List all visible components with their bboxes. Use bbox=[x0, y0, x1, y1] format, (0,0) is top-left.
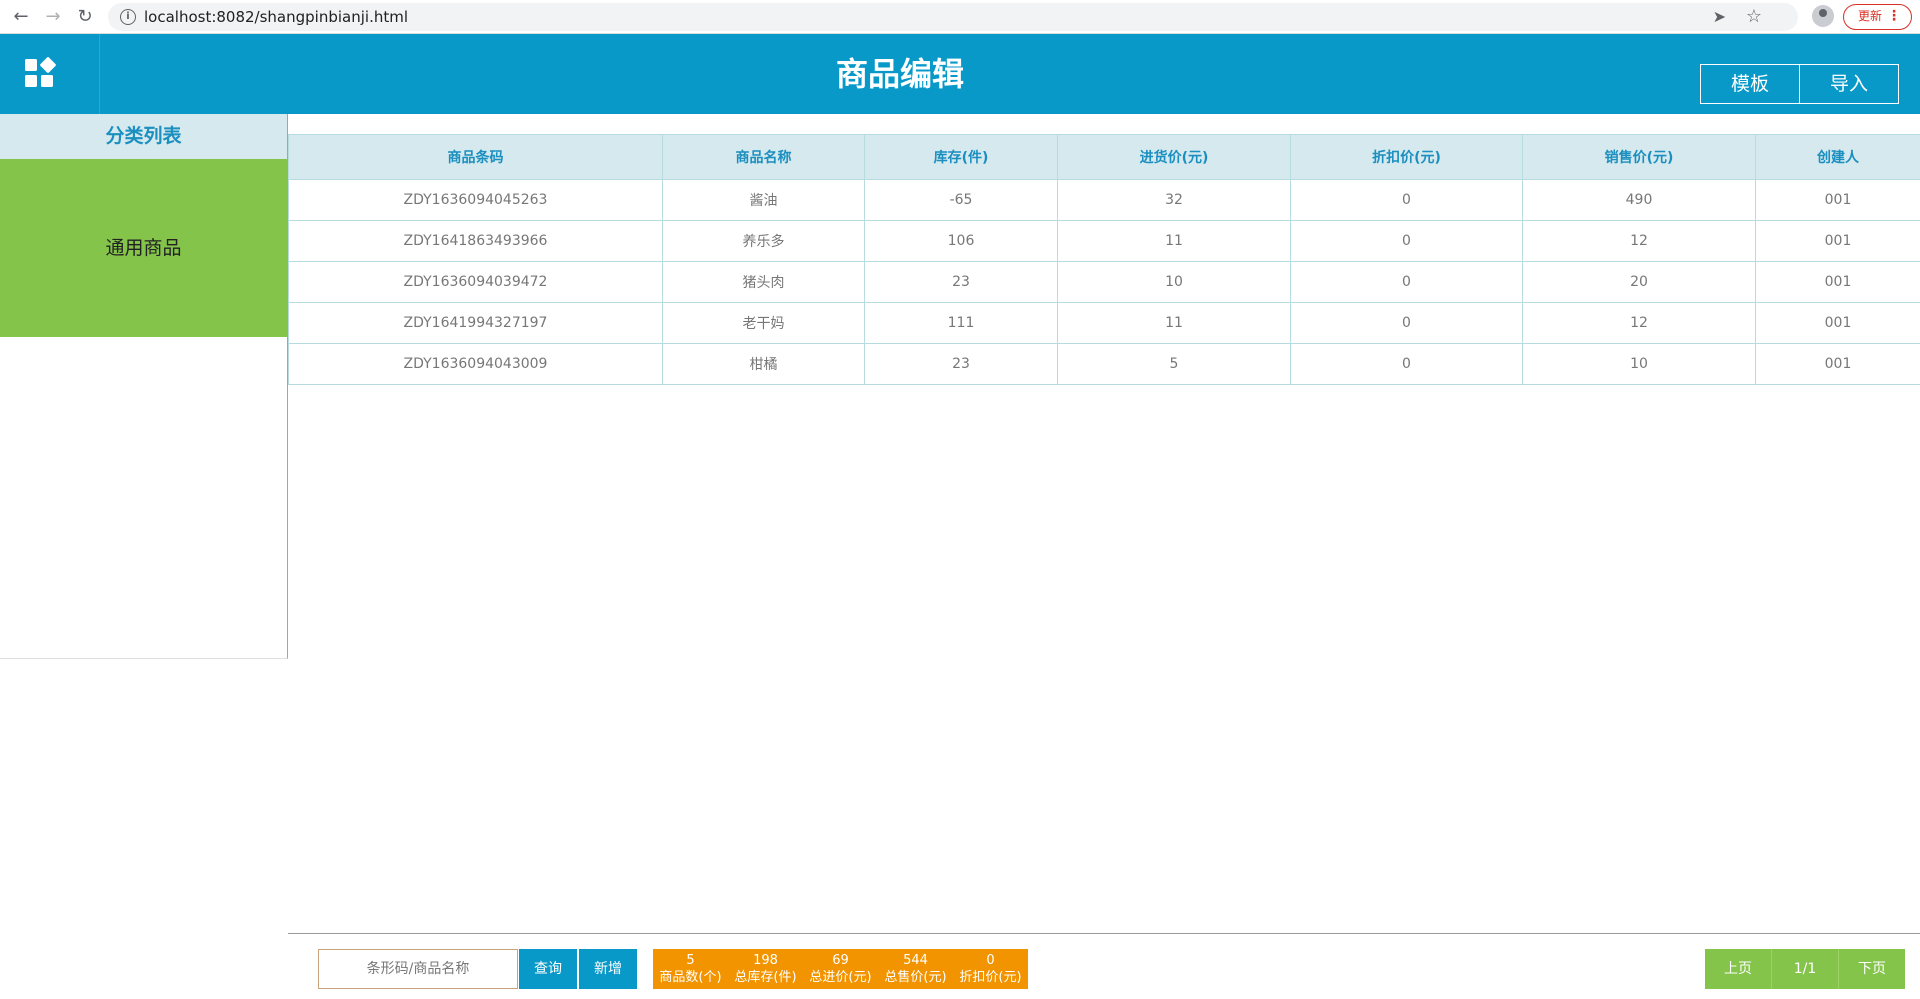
cell-stock[interactable]: 23 bbox=[864, 261, 1058, 303]
cell-barcode[interactable]: ZDY1636094043009 bbox=[288, 343, 663, 385]
footer-divider bbox=[288, 933, 1920, 934]
cell-barcode[interactable]: ZDY1636094045263 bbox=[288, 179, 663, 221]
back-arrow-icon[interactable]: ← bbox=[8, 4, 34, 30]
table-row[interactable]: ZDY1641994327197 老干妈 111 11 0 12 001 bbox=[288, 302, 1920, 344]
cell-name[interactable]: 老干妈 bbox=[662, 302, 865, 344]
reload-icon[interactable]: ↻ bbox=[72, 4, 98, 30]
column-header-stock[interactable]: 库存(件) bbox=[864, 134, 1058, 180]
template-button[interactable]: 模板 bbox=[1700, 64, 1800, 104]
stat-label: 总进价(元) bbox=[809, 970, 872, 985]
stat-total-purchase: 69 总进价(元) bbox=[803, 949, 878, 989]
cell-discount-price[interactable]: 0 bbox=[1290, 343, 1523, 385]
url-text[interactable]: localhost:8082/shangpinbianji.html bbox=[144, 3, 408, 31]
info-icon[interactable]: i bbox=[120, 9, 136, 25]
table-row[interactable]: ZDY1636094039472 猪头肉 23 10 0 20 001 bbox=[288, 261, 1920, 303]
pagination: 上页 1/1 下页 bbox=[1705, 949, 1905, 989]
cell-sale-price[interactable]: 490 bbox=[1522, 179, 1756, 221]
column-header-barcode[interactable]: 商品条码 bbox=[288, 134, 663, 180]
column-header-purchase-price[interactable]: 进货价(元) bbox=[1057, 134, 1291, 180]
add-button[interactable]: 新增 bbox=[579, 949, 637, 989]
search-input[interactable] bbox=[318, 949, 518, 989]
page-indicator: 1/1 bbox=[1772, 949, 1839, 989]
cell-discount-price[interactable]: 0 bbox=[1290, 261, 1523, 303]
cell-barcode[interactable]: ZDY1641994327197 bbox=[288, 302, 663, 344]
product-table: 商品条码 商品名称 库存(件) 进货价(元) 折扣价(元) 销售价(元) 创建人… bbox=[288, 134, 1920, 385]
category-sidebar: 分类列表 通用商品 bbox=[0, 114, 288, 659]
send-icon[interactable]: ➤ bbox=[1713, 5, 1726, 29]
cell-barcode[interactable]: ZDY1641863493966 bbox=[288, 220, 663, 262]
cell-stock[interactable]: 111 bbox=[864, 302, 1058, 344]
cell-name[interactable]: 柑橘 bbox=[662, 343, 865, 385]
table-row[interactable]: ZDY1636094043009 柑橘 23 5 0 10 001 bbox=[288, 343, 1920, 385]
column-header-creator[interactable]: 创建人 bbox=[1755, 134, 1920, 180]
product-table-container: 商品条码 商品名称 库存(件) 进货价(元) 折扣价(元) 销售价(元) 创建人… bbox=[288, 134, 1920, 385]
sidebar-title: 分类列表 bbox=[0, 114, 287, 159]
cell-sale-price[interactable]: 12 bbox=[1522, 302, 1756, 344]
stat-product-count: 5 商品数(个) bbox=[653, 949, 728, 989]
cell-sale-price[interactable]: 10 bbox=[1522, 343, 1756, 385]
table-header-row: 商品条码 商品名称 库存(件) 进货价(元) 折扣价(元) 销售价(元) 创建人 bbox=[288, 134, 1920, 180]
cell-discount-price[interactable]: 0 bbox=[1290, 220, 1523, 262]
update-label: 更新 bbox=[1858, 9, 1883, 23]
cell-stock[interactable]: 23 bbox=[864, 343, 1058, 385]
app-header: 商品编辑 模板 导入 bbox=[0, 34, 1920, 114]
cell-purchase-price[interactable]: 11 bbox=[1057, 220, 1291, 262]
stat-label: 折扣价(元) bbox=[959, 970, 1022, 985]
next-page-button[interactable]: 下页 bbox=[1839, 949, 1905, 989]
column-header-discount-price[interactable]: 折扣价(元) bbox=[1290, 134, 1523, 180]
cell-sale-price[interactable]: 20 bbox=[1522, 261, 1756, 303]
cell-purchase-price[interactable]: 5 bbox=[1057, 343, 1291, 385]
update-button[interactable]: 更新 ⋮ bbox=[1843, 4, 1912, 30]
stat-value: 5 bbox=[686, 953, 695, 968]
forward-arrow-icon[interactable]: → bbox=[40, 4, 66, 30]
cell-discount-price[interactable]: 0 bbox=[1290, 302, 1523, 344]
cell-sale-price[interactable]: 12 bbox=[1522, 220, 1756, 262]
cell-name[interactable]: 酱油 bbox=[662, 179, 865, 221]
profile-avatar-icon[interactable] bbox=[1812, 5, 1834, 27]
query-button[interactable]: 查询 bbox=[519, 949, 577, 989]
stat-discount: 0 折扣价(元) bbox=[953, 949, 1028, 989]
stat-value: 544 bbox=[903, 953, 928, 968]
sidebar-item-general-goods[interactable]: 通用商品 bbox=[0, 159, 287, 337]
cell-purchase-price[interactable]: 32 bbox=[1057, 179, 1291, 221]
star-icon[interactable]: ☆ bbox=[1746, 5, 1762, 29]
cell-purchase-price[interactable]: 10 bbox=[1057, 261, 1291, 303]
stat-value: 0 bbox=[986, 953, 995, 968]
table-row[interactable]: ZDY1641863493966 养乐多 106 11 0 12 001 bbox=[288, 220, 1920, 262]
cell-name[interactable]: 养乐多 bbox=[662, 220, 865, 262]
cell-barcode[interactable]: ZDY1636094039472 bbox=[288, 261, 663, 303]
summary-stats: 5 商品数(个) 198 总库存(件) 69 总进价(元) 544 总售价(元)… bbox=[653, 949, 1028, 989]
address-bar[interactable]: i localhost:8082/shangpinbianji.html ➤ ☆ bbox=[108, 3, 1798, 31]
stat-value: 198 bbox=[753, 953, 778, 968]
column-header-name[interactable]: 商品名称 bbox=[662, 134, 865, 180]
cell-creator[interactable]: 001 bbox=[1755, 343, 1920, 385]
cell-stock[interactable]: -65 bbox=[864, 179, 1058, 221]
stat-label: 总库存(件) bbox=[734, 970, 797, 985]
page-title: 商品编辑 bbox=[835, 55, 964, 93]
import-button[interactable]: 导入 bbox=[1799, 64, 1899, 104]
browser-toolbar: ← → ↻ i localhost:8082/shangpinbianji.ht… bbox=[0, 0, 1920, 34]
stat-value: 69 bbox=[832, 953, 849, 968]
stat-total-stock: 198 总库存(件) bbox=[728, 949, 803, 989]
stat-label: 总售价(元) bbox=[884, 970, 947, 985]
cell-creator[interactable]: 001 bbox=[1755, 179, 1920, 221]
cell-creator[interactable]: 001 bbox=[1755, 302, 1920, 344]
cell-discount-price[interactable]: 0 bbox=[1290, 179, 1523, 221]
prev-page-button[interactable]: 上页 bbox=[1705, 949, 1772, 989]
stat-total-sale: 544 总售价(元) bbox=[878, 949, 953, 989]
column-header-sale-price[interactable]: 销售价(元) bbox=[1522, 134, 1756, 180]
table-row[interactable]: ZDY1636094045263 酱油 -65 32 0 490 001 bbox=[288, 179, 1920, 221]
cell-stock[interactable]: 106 bbox=[864, 220, 1058, 262]
kebab-menu-icon: ⋮ bbox=[1887, 8, 1901, 24]
cell-purchase-price[interactable]: 11 bbox=[1057, 302, 1291, 344]
cell-creator[interactable]: 001 bbox=[1755, 261, 1920, 303]
cell-creator[interactable]: 001 bbox=[1755, 220, 1920, 262]
cell-name[interactable]: 猪头肉 bbox=[662, 261, 865, 303]
stat-label: 商品数(个) bbox=[659, 970, 722, 985]
